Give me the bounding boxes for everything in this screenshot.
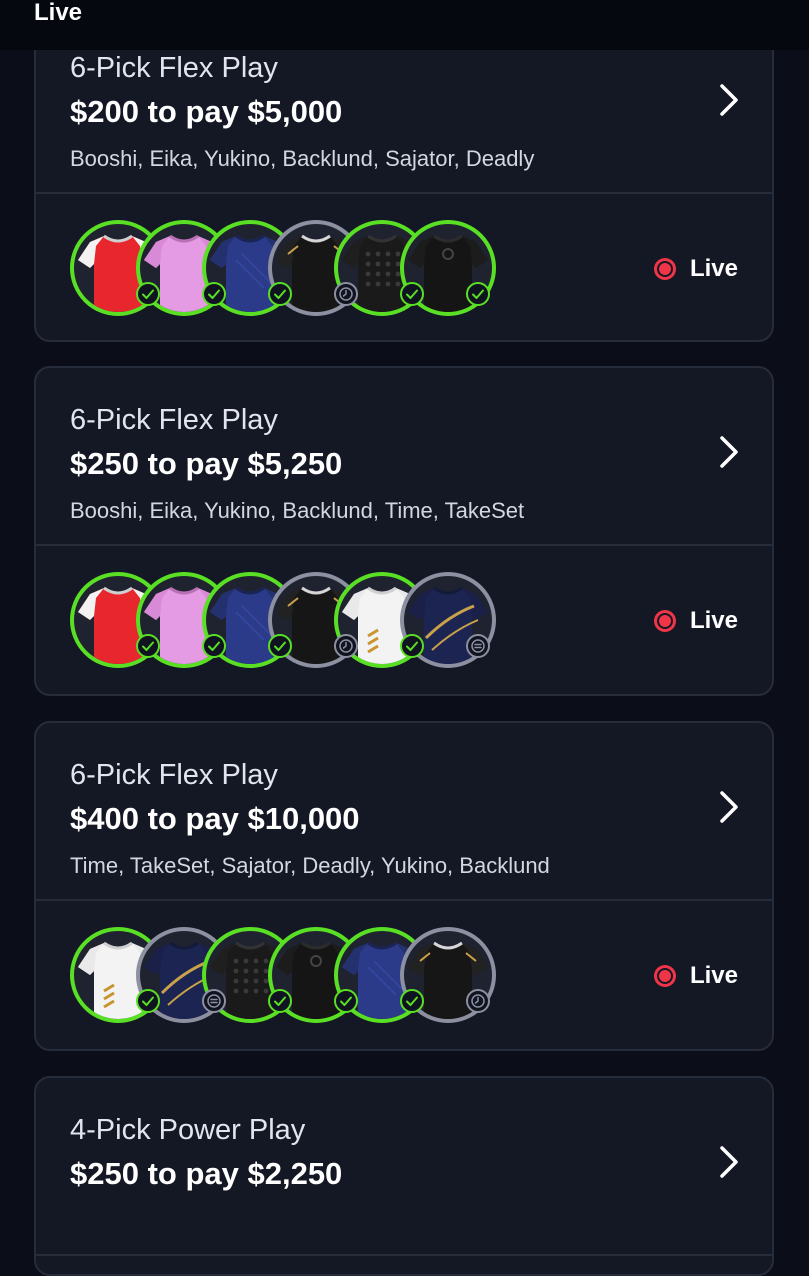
check-icon — [136, 634, 160, 658]
pick-avatars — [70, 927, 510, 1027]
entry-card[interactable]: 4-Pick Power Play $250 to pay $2,250 — [34, 1076, 774, 1276]
live-status: Live — [653, 606, 738, 636]
chevron-right-icon[interactable] — [718, 789, 740, 825]
live-record-icon — [653, 258, 676, 280]
play-type: 6-Pick Flex Play — [70, 52, 278, 84]
check-icon — [136, 282, 160, 306]
equals-icon — [202, 989, 226, 1013]
clock-icon — [334, 282, 358, 306]
entry-picks-row: Live — [36, 194, 772, 340]
check-icon — [466, 282, 490, 306]
entry-picks-row: Live — [36, 901, 772, 1049]
tab-live[interactable]: Live — [34, 0, 82, 27]
live-label: Live — [689, 255, 738, 282]
entry-card[interactable]: 6-Pick Flex Play $200 to pay $5,000 Boos… — [34, 14, 774, 342]
equals-icon — [466, 634, 490, 658]
clock-icon — [466, 989, 490, 1013]
pick-avatars — [70, 220, 510, 320]
chevron-right-icon[interactable] — [718, 82, 740, 118]
pick-avatars — [70, 572, 510, 672]
play-type: 6-Pick Flex Play — [70, 404, 278, 436]
live-record-icon — [653, 965, 676, 987]
entry-summary[interactable]: 6-Pick Flex Play $400 to pay $10,000 Tim… — [36, 723, 772, 901]
top-tab-bar: Live — [0, 0, 809, 50]
check-icon — [268, 634, 292, 658]
entry-picks-row: Live — [36, 546, 772, 694]
payout: $400 to pay $10,000 — [70, 801, 360, 836]
payout: $250 to pay $2,250 — [70, 1156, 343, 1191]
entry-card[interactable]: 6-Pick Flex Play $400 to pay $10,000 Tim… — [34, 721, 774, 1051]
check-icon — [268, 989, 292, 1013]
check-icon — [202, 282, 226, 306]
live-label: Live — [689, 607, 738, 634]
live-status: Live — [653, 254, 738, 284]
entry-card[interactable]: 6-Pick Flex Play $250 to pay $5,250 Boos… — [34, 366, 774, 696]
chevron-right-icon[interactable] — [718, 1144, 740, 1180]
check-icon — [400, 634, 424, 658]
check-icon — [268, 282, 292, 306]
clock-icon — [334, 634, 358, 658]
check-icon — [400, 282, 424, 306]
live-record-icon — [653, 610, 676, 632]
player-list: Time, TakeSet, Sajator, Deadly, Yukino, … — [70, 853, 550, 878]
entry-summary[interactable]: 6-Pick Flex Play $250 to pay $5,250 Boos… — [36, 368, 772, 546]
chevron-right-icon[interactable] — [718, 434, 740, 470]
play-type: 4-Pick Power Play — [70, 1114, 306, 1146]
payout: $200 to pay $5,000 — [70, 94, 343, 129]
check-icon — [136, 989, 160, 1013]
check-icon — [334, 989, 358, 1013]
play-type: 6-Pick Flex Play — [70, 759, 278, 791]
check-icon — [202, 634, 226, 658]
live-status: Live — [653, 961, 738, 991]
entry-summary[interactable]: 4-Pick Power Play $250 to pay $2,250 — [36, 1078, 772, 1256]
check-icon — [400, 989, 424, 1013]
live-label: Live — [689, 962, 738, 989]
player-list: Booshi, Eika, Yukino, Backlund, Time, Ta… — [70, 498, 525, 523]
player-list: Booshi, Eika, Yukino, Backlund, Sajator,… — [70, 146, 535, 171]
payout: $250 to pay $5,250 — [70, 446, 343, 481]
